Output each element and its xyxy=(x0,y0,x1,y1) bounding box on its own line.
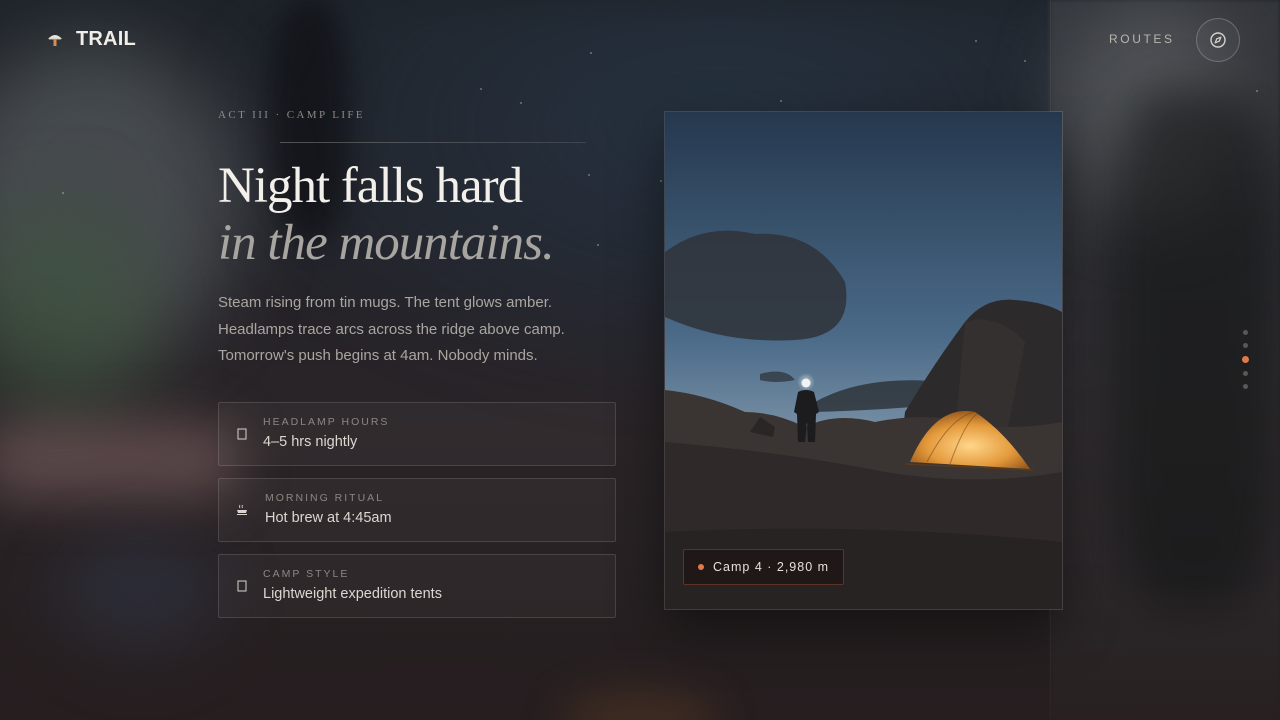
compass-button[interactable] xyxy=(1196,18,1240,62)
lede-line: Tomorrow's push begins at 4am. Nobody mi… xyxy=(218,347,538,364)
section-eyebrow: ACT III · CAMP LIFE xyxy=(218,109,366,121)
location-dot-icon xyxy=(698,564,704,570)
card-value: Lightweight expedition tents xyxy=(263,586,442,602)
title-line-2: in the mountains. xyxy=(218,215,555,271)
brand-name: TRAIL xyxy=(76,28,136,50)
headlamp-icon xyxy=(236,427,248,441)
pager-dot[interactable] xyxy=(1243,330,1248,335)
caption-text: Camp 4 · 2,980 m xyxy=(713,560,830,574)
card-label: MORNING RITUAL xyxy=(265,492,385,504)
card-value: Hot brew at 4:45am xyxy=(265,510,392,526)
title-line-1: Night falls hard xyxy=(218,158,523,214)
card-label: HEADLAMP HOURS xyxy=(263,416,390,428)
pager-dot-active[interactable] xyxy=(1242,356,1249,363)
mushroom-logo-icon xyxy=(48,34,62,46)
lede-line: Steam rising from tin mugs. The tent glo… xyxy=(218,294,553,311)
info-card-headlamp: HEADLAMP HOURS 4–5 hrs nightly xyxy=(218,402,616,466)
section-pager xyxy=(1242,330,1249,389)
card-label: CAMP STYLE xyxy=(263,568,350,580)
info-card-camp-style: CAMP STYLE Lightweight expedition tents xyxy=(218,554,616,618)
page-title: Night falls hard in the mountains. xyxy=(218,158,555,272)
compass-icon xyxy=(1210,32,1226,48)
coffee-cup-icon xyxy=(236,503,248,517)
camp-photo xyxy=(664,111,1063,610)
eyebrow-divider xyxy=(280,142,586,143)
nav-routes-link[interactable]: ROUTES xyxy=(1109,32,1175,46)
info-card-morning-ritual: MORNING RITUAL Hot brew at 4:45am xyxy=(218,478,616,542)
brand[interactable]: TRAIL xyxy=(46,28,136,51)
lede-paragraph: Steam rising from tin mugs. The tent glo… xyxy=(218,290,618,370)
background-photo xyxy=(0,0,1280,720)
pager-dot[interactable] xyxy=(1243,384,1248,389)
lede-line: Headlamps trace arcs across the ridge ab… xyxy=(218,320,565,338)
photo-caption: Camp 4 · 2,980 m xyxy=(683,549,845,585)
pager-dot[interactable] xyxy=(1243,371,1248,376)
card-value: 4–5 hrs nightly xyxy=(263,434,358,450)
pager-dot[interactable] xyxy=(1243,343,1248,348)
tent-icon xyxy=(236,579,248,593)
